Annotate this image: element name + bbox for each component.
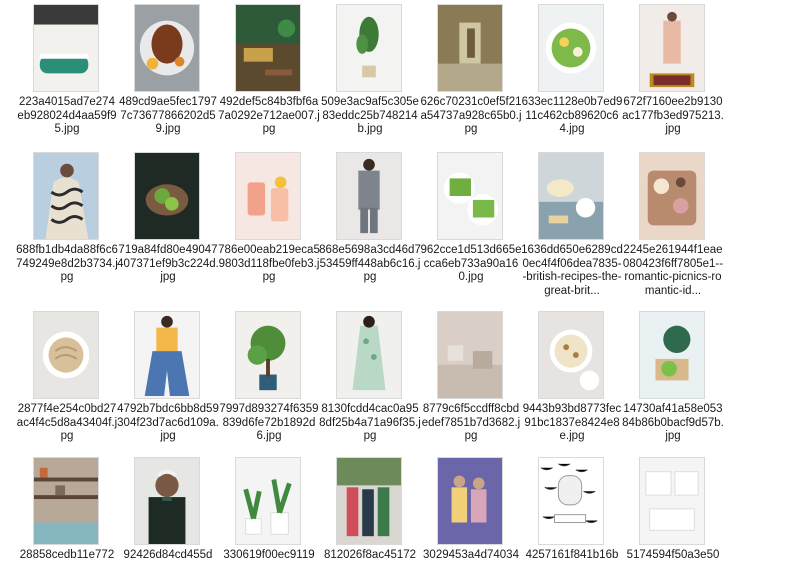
image-thumbnail[interactable] [134, 152, 200, 240]
file-name: 4257161f841b16b [525, 549, 619, 561]
file-name: 92426d84cd455d [123, 549, 213, 561]
image-thumbnail[interactable] [639, 4, 705, 92]
file-name: 5174594f50a3e50 [626, 549, 720, 561]
image-thumbnail[interactable] [33, 4, 99, 92]
file-name: 330619f00ec9119 [223, 549, 315, 561]
image-thumbnail[interactable] [134, 311, 200, 399]
image-thumbnail[interactable] [639, 152, 705, 240]
file-name: 223a4015ad7e274eb928024d4aa59f95.jpg [17, 96, 117, 136]
file-name: 492def5c84b3fbf6a7a0292e712ae007.jpg [218, 96, 320, 136]
image-thumbnail[interactable] [538, 4, 604, 92]
file-name: 626c70231c0ef5f21a54737a928c65b0.jpg [420, 96, 522, 136]
file-name: 3029453a4d74034 [423, 549, 519, 561]
image-thumbnail[interactable] [639, 457, 705, 545]
file-grid: 223a4015ad7e274eb928024d4aa59f95.jpg 489c… [0, 0, 792, 570]
file-name: 786e00eab219eca59803d118fbe0feb3.jpg [218, 244, 320, 284]
image-thumbnail[interactable] [437, 152, 503, 240]
file-name: 2245e261944f1eae080423f6ff7805e1--romant… [622, 244, 724, 297]
file-name: 2877f4e254c0bd27ac4f4c5d8a43404f.jpg [16, 403, 118, 443]
image-thumbnail[interactable] [33, 152, 99, 240]
image-thumbnail[interactable] [33, 311, 99, 399]
image-thumbnail[interactable] [235, 4, 301, 92]
image-thumbnail[interactable] [336, 152, 402, 240]
file-name: 14730af41a58e05384b86b0bacf9d57b.jpg [622, 403, 724, 443]
file-name: 868e5698a3cd46d753459ff448ab6c16.jpg [319, 244, 421, 284]
file-name: 28858cedb11e772 [19, 549, 115, 561]
file-name: 1636dd650e6289cd0ec4f4f06dea7835--britis… [521, 244, 623, 297]
file-name: 672f7160ee2b9130ac177fb3ed975213.jpg [622, 96, 724, 136]
file-name: 9443b93bd8773fec91bc1837e8424e8e.jpg [522, 403, 622, 443]
image-thumbnail[interactable] [235, 311, 301, 399]
image-thumbnail[interactable] [538, 152, 604, 240]
image-thumbnail[interactable] [336, 311, 402, 399]
image-thumbnail[interactable] [336, 4, 402, 92]
image-thumbnail[interactable] [639, 311, 705, 399]
file-name: 688fb1db4da88f6c6749249e8d2b3734.jpg [16, 244, 118, 284]
image-thumbnail[interactable] [437, 311, 503, 399]
file-name: 7997d893274f6359839d6fe72b1892d6.jpg [219, 403, 319, 443]
image-thumbnail[interactable] [134, 4, 200, 92]
file-name: 489cd9ae5fec17977c73677866202d59.jpg [119, 96, 217, 136]
image-thumbnail[interactable] [235, 152, 301, 240]
image-thumbnail[interactable] [437, 457, 503, 545]
image-thumbnail[interactable] [134, 457, 200, 545]
image-thumbnail[interactable] [336, 457, 402, 545]
image-thumbnail[interactable] [538, 311, 604, 399]
file-name: 812026f8ac45172 [323, 549, 417, 561]
file-name: 509e3ac9af5c305e83eddc25b748214b.jpg [321, 96, 419, 136]
file-name: 8779c6f5ccdff8cbdedef7851b7d3682.jpg [421, 403, 521, 443]
image-thumbnail[interactable] [538, 457, 604, 545]
file-name: 4792b7bdc6bb8d59304f23d7ac6d109a.jpg [117, 403, 219, 443]
image-thumbnail[interactable] [437, 4, 503, 92]
image-thumbnail[interactable] [235, 457, 301, 545]
file-name: 633ec1128e0b7ed911c462cb89620c64.jpg [521, 96, 623, 136]
file-name: 8130fcdd4cac0a958df25b4a71a96f35.jpg [319, 403, 421, 443]
image-thumbnail[interactable] [33, 457, 99, 545]
file-name: 719a84fd80e49047407371ef9b3c224d.jpg [117, 244, 219, 284]
file-name: 962cce1d513d665ecca6eb733a90a160.jpg [420, 244, 522, 284]
